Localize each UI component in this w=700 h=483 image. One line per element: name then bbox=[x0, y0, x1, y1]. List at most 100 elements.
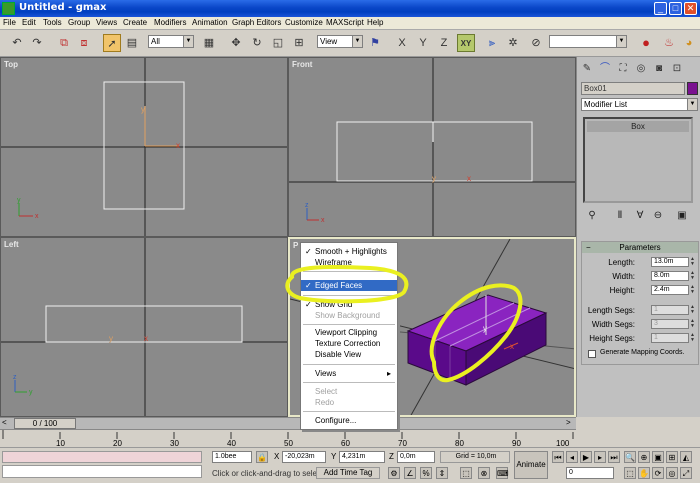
menu-maxscript[interactable]: MAXScript bbox=[326, 18, 364, 27]
select-link-icon[interactable]: ⧉ bbox=[55, 34, 73, 52]
menu-animation[interactable]: Animation bbox=[192, 18, 228, 27]
rotate-icon[interactable]: ↻ bbox=[248, 34, 266, 52]
configure-sets-icon[interactable]: ▣ bbox=[675, 209, 689, 223]
spinner-snap-icon[interactable]: ⇕ bbox=[436, 467, 448, 479]
spinner-icon[interactable]: ▲ ▼ bbox=[690, 285, 696, 295]
undo-icon[interactable]: ↶ bbox=[8, 34, 26, 52]
align-icon[interactable]: ⊘ bbox=[527, 34, 545, 52]
display-tab-icon[interactable]: ◙ bbox=[651, 61, 667, 77]
fov-icon[interactable]: ◭ bbox=[680, 451, 692, 463]
pin-stack-icon[interactable]: ⚲ bbox=[585, 209, 599, 223]
close-button[interactable]: ✕ bbox=[684, 2, 697, 15]
menu-item-views[interactable]: Views ▸ bbox=[301, 368, 397, 379]
percent-snap-icon[interactable]: % bbox=[420, 467, 432, 479]
param-length-segs-field[interactable]: 1 bbox=[651, 305, 689, 315]
param-height-segs-field[interactable]: 1 bbox=[651, 333, 689, 343]
angle-snap-icon[interactable]: ∠ bbox=[404, 467, 416, 479]
menu-help[interactable]: Help bbox=[367, 18, 383, 27]
menu-item-wireframe[interactable]: Wireframe bbox=[301, 257, 397, 268]
x-coord-field[interactable]: -20,023m bbox=[282, 451, 326, 463]
zoom-extents-icon[interactable]: ▣ bbox=[652, 451, 664, 463]
zoom-icon[interactable]: 🔍 bbox=[624, 451, 636, 463]
create-tab-icon[interactable]: ✎ bbox=[579, 61, 595, 77]
lock-selection-field[interactable]: 1.0bee bbox=[212, 451, 252, 463]
menu-item-disable-view[interactable]: Disable View bbox=[301, 349, 397, 360]
axis-z-button[interactable]: Z bbox=[435, 34, 453, 52]
spinner-icon[interactable]: ▲ ▼ bbox=[690, 305, 696, 315]
maxscript-output-field[interactable] bbox=[2, 465, 202, 478]
axis-x-button[interactable]: X bbox=[393, 34, 411, 52]
modify-tab-icon[interactable]: ⌒ bbox=[597, 61, 613, 77]
snap-icon[interactable]: ⚙ bbox=[388, 467, 400, 479]
render-teapot-icon[interactable]: ♨ bbox=[660, 34, 678, 52]
viewport-front[interactable]: Front y x z x bbox=[288, 57, 576, 237]
named-selection-dropdown[interactable]: ▼ bbox=[549, 35, 627, 48]
stack-item-box[interactable]: Box bbox=[587, 121, 689, 132]
param-width-segs-field[interactable]: 3 bbox=[651, 319, 689, 329]
selection-filter-dropdown[interactable]: All ▼ bbox=[148, 35, 194, 48]
arc-rotate-icon[interactable]: ⟳ bbox=[652, 467, 664, 479]
goto-start-icon[interactable]: ⏮ bbox=[552, 451, 564, 463]
redo-icon[interactable]: ↷ bbox=[28, 34, 46, 52]
track-bar[interactable]: 10 20 30 40 50 60 70 80 90 100 bbox=[0, 429, 576, 448]
lock-icon[interactable]: 🔒 bbox=[256, 451, 268, 463]
current-frame-field[interactable]: 0 bbox=[566, 467, 614, 479]
rollout-header[interactable]: − Parameters bbox=[582, 242, 698, 253]
menu-item-edged-faces[interactable]: ✓ Edged Faces bbox=[301, 280, 397, 291]
motion-tab-icon[interactable]: ◎ bbox=[633, 61, 649, 77]
keyboard-shortcut-icon[interactable]: ⌨ bbox=[496, 467, 509, 479]
menu-views[interactable]: Views bbox=[96, 18, 117, 27]
orbit-icon[interactable]: ◎ bbox=[666, 467, 678, 479]
time-prev-icon[interactable]: < bbox=[2, 418, 7, 427]
y-coord-field[interactable]: 4,231m bbox=[339, 451, 385, 463]
menu-create[interactable]: Create bbox=[123, 18, 147, 27]
axis-y-button[interactable]: Y bbox=[414, 34, 432, 52]
modifier-stack[interactable]: Box bbox=[583, 117, 693, 203]
goto-end-icon[interactable]: ⏭ bbox=[608, 451, 620, 463]
object-name-field[interactable]: Box01 bbox=[581, 82, 685, 95]
prev-frame-icon[interactable]: ◂ bbox=[566, 451, 578, 463]
menu-item-viewport-clipping[interactable]: Viewport Clipping bbox=[301, 327, 397, 338]
axis-xy-button[interactable]: XY bbox=[457, 34, 475, 52]
object-color-swatch[interactable] bbox=[687, 82, 698, 95]
spinner-icon[interactable]: ▲ ▼ bbox=[690, 319, 696, 329]
make-unique-icon[interactable]: ∀ bbox=[633, 209, 647, 223]
utilities-tab-icon[interactable]: ⊡ bbox=[669, 61, 685, 77]
minimize-button[interactable]: _ bbox=[654, 2, 667, 15]
maximize-viewport-icon[interactable]: ⤢ bbox=[680, 467, 692, 479]
param-width-field[interactable]: 8.0m bbox=[651, 271, 689, 281]
menu-edit[interactable]: Edit bbox=[22, 18, 36, 27]
region-zoom-icon[interactable]: ⬚ bbox=[624, 467, 636, 479]
menu-tools[interactable]: Tools bbox=[43, 18, 62, 27]
time-slider-thumb[interactable]: 0 / 100 bbox=[14, 418, 76, 429]
menu-item-redo[interactable]: Redo bbox=[301, 397, 397, 408]
quick-render-icon[interactable]: ◕ bbox=[680, 34, 698, 52]
menu-item-show-grid[interactable]: ✓ Show Grid bbox=[301, 299, 397, 310]
menu-group[interactable]: Group bbox=[68, 18, 90, 27]
z-coord-field[interactable]: 0,0m bbox=[397, 451, 435, 463]
viewport-top[interactable]: Top y x y x bbox=[0, 57, 288, 237]
play-icon[interactable]: ▶ bbox=[580, 451, 592, 463]
transform-center-icon[interactable]: ⊞ bbox=[290, 34, 308, 52]
param-length-field[interactable]: 13.0m bbox=[651, 257, 689, 267]
select-object-icon[interactable]: ➚ bbox=[103, 34, 121, 52]
zoom-extents-all-icon[interactable]: ⊞ bbox=[666, 451, 678, 463]
mirror-icon[interactable]: ⫸ bbox=[483, 34, 501, 52]
window-crossing-icon[interactable]: ⬚ bbox=[460, 467, 472, 479]
move-icon[interactable]: ✥ bbox=[227, 34, 245, 52]
hierarchy-tab-icon[interactable]: ⛶ bbox=[615, 61, 631, 77]
zoom-all-icon[interactable]: ⊕ bbox=[638, 451, 650, 463]
remove-modifier-icon[interactable]: ⊖ bbox=[651, 209, 665, 223]
menu-graph-editors[interactable]: Graph Editors bbox=[232, 18, 281, 27]
reference-coord-dropdown[interactable]: View ▼ bbox=[317, 35, 363, 48]
spinner-icon[interactable]: ▲ ▼ bbox=[690, 333, 696, 343]
select-by-name-icon[interactable]: ▤ bbox=[123, 34, 141, 52]
param-height-field[interactable]: 2.4m bbox=[651, 285, 689, 295]
select-region-icon[interactable]: ▦ bbox=[200, 34, 218, 52]
show-end-result-icon[interactable]: Ⅱ bbox=[613, 209, 627, 223]
modifier-list-dropdown[interactable]: Modifier List ▼ bbox=[581, 98, 698, 111]
array-icon[interactable]: ✲ bbox=[504, 34, 522, 52]
unlink-icon[interactable]: ⧈ bbox=[75, 34, 93, 52]
menu-modifiers[interactable]: Modifiers bbox=[154, 18, 186, 27]
time-slider[interactable]: < 0 / 100 > bbox=[0, 417, 576, 429]
